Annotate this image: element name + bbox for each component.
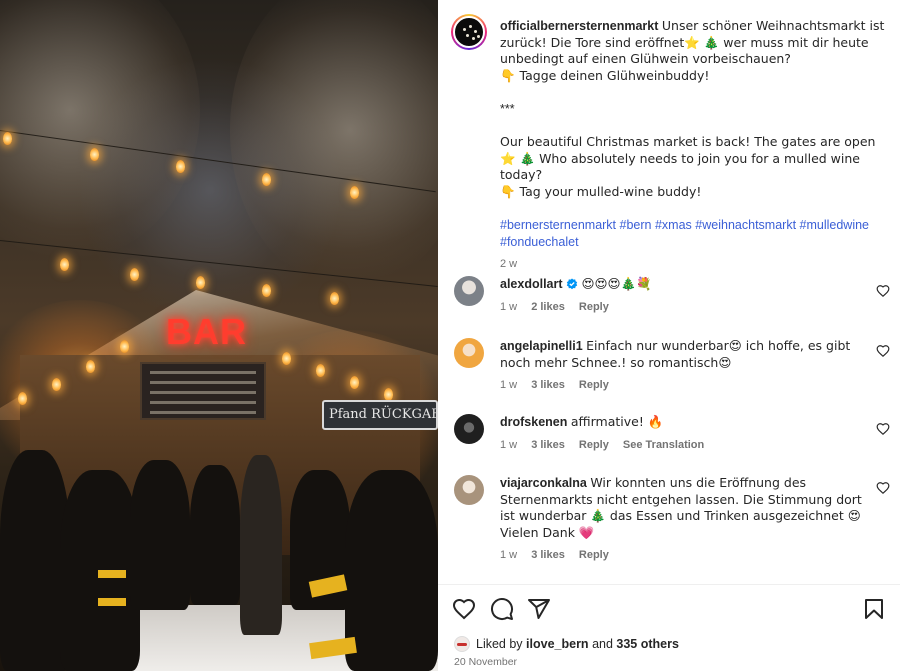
- verified-badge-icon: [566, 278, 578, 290]
- comment-likes[interactable]: 3 likes: [531, 439, 565, 451]
- liked-by-others-link[interactable]: 335 others: [616, 637, 679, 651]
- crowd-person: [240, 455, 282, 635]
- string-light-bulb: [130, 268, 139, 281]
- comment-age[interactable]: 1 w: [500, 549, 517, 561]
- commenter-avatar[interactable]: [454, 338, 484, 368]
- bookmark-icon[interactable]: [862, 597, 886, 621]
- reply-button[interactable]: Reply: [579, 549, 609, 561]
- string-light-bulb: [60, 258, 69, 271]
- crowd-person: [190, 465, 240, 605]
- comment-age[interactable]: 1 w: [500, 439, 517, 451]
- eave-light-bulb: [52, 378, 61, 391]
- see-translation-button[interactable]: See Translation: [623, 439, 704, 451]
- comment-text: 😍😍😍🎄💐: [581, 276, 652, 291]
- eave-light-bulb: [282, 352, 291, 365]
- post-action-bar: [438, 590, 900, 626]
- hashtag-link[interactable]: #fonduechalet: [500, 235, 579, 249]
- post-date[interactable]: 20 November: [454, 656, 517, 668]
- comment-like-heart-icon[interactable]: [876, 422, 890, 436]
- string-light-bulb: [262, 284, 271, 297]
- commenter-avatar[interactable]: [454, 414, 484, 444]
- crowd-person: [345, 470, 438, 671]
- hashtag-link[interactable]: #bern: [620, 218, 652, 232]
- hashtag-link[interactable]: #bernersternenmarkt: [500, 218, 616, 232]
- comment-age[interactable]: 1 w: [500, 301, 517, 313]
- comment-like-heart-icon[interactable]: [876, 284, 890, 298]
- commenter-username[interactable]: viajarconkalna: [500, 476, 587, 490]
- eave-light-bulb: [120, 340, 129, 353]
- caption-german-cta: 👇 Tagge deinen Glühweinbuddy!: [500, 67, 710, 83]
- string-light-bulb: [330, 292, 339, 305]
- eave-light-bulb: [86, 360, 95, 373]
- post-detail-panel: officialbernersternenmarkt Unser schöner…: [438, 0, 900, 671]
- post-author-avatar[interactable]: [451, 14, 487, 50]
- post-age[interactable]: 2 w: [500, 256, 892, 273]
- comment-like-heart-icon[interactable]: [876, 344, 890, 358]
- string-light-bulb: [3, 132, 12, 145]
- string-light-bulb: [350, 186, 359, 199]
- reply-button[interactable]: Reply: [579, 439, 609, 451]
- liker-avatar[interactable]: [454, 636, 470, 652]
- post-image[interactable]: BAR Pfand RÜCKGABE: [0, 0, 438, 671]
- string-light-bulb: [262, 173, 271, 186]
- reply-button[interactable]: Reply: [579, 379, 609, 391]
- commenter-username[interactable]: drofskenen: [500, 415, 567, 429]
- comment-likes[interactable]: 2 likes: [531, 301, 565, 313]
- divider: [438, 584, 900, 585]
- comment-likes[interactable]: 3 likes: [531, 379, 565, 391]
- liked-by-conj: and: [592, 637, 613, 651]
- commenter-username[interactable]: alexdollart: [500, 277, 563, 291]
- comments-scroll-area[interactable]: officialbernersternenmarkt Unser schöner…: [438, 0, 900, 580]
- string-light-bulb: [196, 276, 205, 289]
- reflective-stripe: [98, 570, 126, 578]
- eave-light-bulb: [18, 392, 27, 405]
- share-icon[interactable]: [527, 597, 551, 621]
- comment-likes[interactable]: 3 likes: [531, 549, 565, 561]
- heart-icon[interactable]: [452, 597, 476, 621]
- caption-separator: ***: [500, 101, 515, 116]
- comment-text: affirmative! 🔥: [570, 414, 664, 429]
- comment-like-heart-icon[interactable]: [876, 481, 890, 495]
- hashtag-link[interactable]: #mulledwine: [800, 218, 869, 232]
- caption-english-cta: 👇 Tag your mulled-wine buddy!: [500, 183, 702, 199]
- bar-neon-sign: BAR: [166, 311, 247, 352]
- hashtag-link[interactable]: #xmas: [655, 218, 692, 232]
- string-light-bulb: [176, 160, 185, 173]
- eave-light-bulb: [350, 376, 359, 389]
- liked-by-summary: Liked by ilove_bern and 335 others: [454, 636, 679, 652]
- commenter-avatar[interactable]: [454, 276, 484, 306]
- commenter-username[interactable]: angelapinelli1: [500, 339, 583, 353]
- reflective-stripe: [98, 598, 126, 606]
- comment-icon[interactable]: [490, 597, 514, 621]
- liked-by-prefix: Liked by: [476, 637, 523, 651]
- hashtag-link[interactable]: #weihnachtsmarkt: [695, 218, 796, 232]
- caption-hashtags: #bernersternenmarkt #bern #xmas #weihnac…: [500, 217, 892, 250]
- post-author-username[interactable]: officialbernersternenmarkt: [500, 19, 658, 33]
- caption-english-text: Our beautiful Christmas market is back! …: [500, 134, 876, 183]
- string-light-bulb: [90, 148, 99, 161]
- commenter-avatar[interactable]: [454, 475, 484, 505]
- menu-board: [140, 362, 266, 420]
- liked-by-user-link[interactable]: ilove_bern: [526, 637, 589, 651]
- post-caption: officialbernersternenmarkt Unser schöner…: [500, 18, 892, 273]
- pfand-rueckgabe-sign: Pfand RÜCKGABE: [322, 400, 438, 430]
- comment-age[interactable]: 1 w: [500, 379, 517, 391]
- crowd-person: [130, 460, 190, 610]
- eave-light-bulb: [316, 364, 325, 377]
- reply-button[interactable]: Reply: [579, 301, 609, 313]
